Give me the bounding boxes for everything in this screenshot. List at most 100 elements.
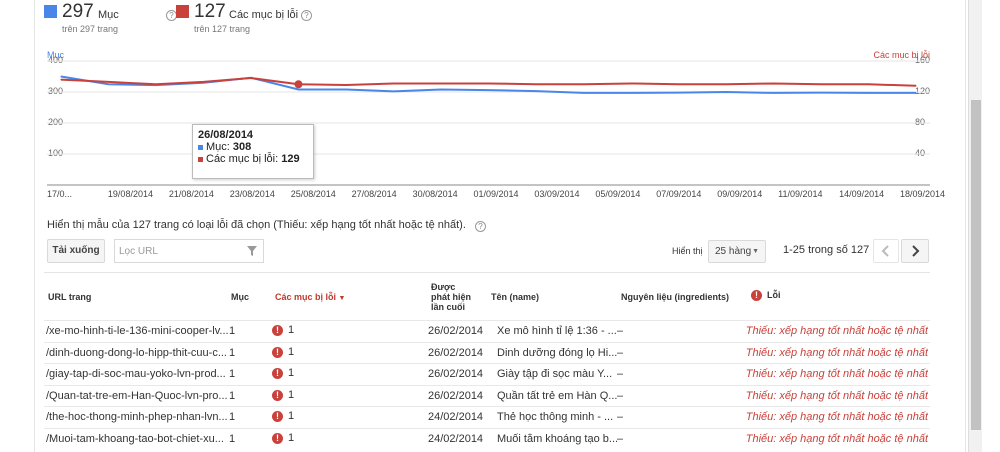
row-error-text: Thiếu: xếp hạng tốt nhất hoặc tệ nhất xyxy=(745,325,928,337)
row-errors-value: 1 xyxy=(288,388,295,401)
data-point[interactable] xyxy=(345,88,347,91)
header-url[interactable]: URL trang xyxy=(48,292,91,302)
row-error-text: Thiếu: xếp hạng tốt nhất hoặc tệ nhất xyxy=(745,389,928,402)
data-point[interactable] xyxy=(60,75,62,78)
x-tick-label: 27/08/2014 xyxy=(351,189,397,199)
row-url[interactable]: /the-hoc-thong-minh-phep-nhan-lvn... xyxy=(46,411,229,423)
row-errors: ! 1 xyxy=(272,410,294,422)
data-point[interactable] xyxy=(487,89,490,91)
data-point[interactable] xyxy=(915,92,917,94)
row-name: Quần tất trẻ em Hàn Q... xyxy=(497,389,617,402)
error-icon: ! xyxy=(272,325,283,336)
row-ingredients: – xyxy=(617,389,624,402)
data-point[interactable] xyxy=(107,83,110,85)
table-row[interactable]: /Quan-tat-tre-em-Han-Quoc-lvn-pro... 1! 1 2… xyxy=(44,384,930,406)
row-url[interactable]: /giay-tap-di-soc-mau-yoko-lvn-prod... xyxy=(46,368,229,380)
row-date: 26/02/2014 xyxy=(428,325,484,337)
data-point[interactable] xyxy=(440,88,442,91)
row-error-text: Thiếu: xếp hạng tốt nhất hoặc tệ nhất xyxy=(745,432,928,445)
tooltip-date: 26/08/2014 xyxy=(198,129,254,141)
row-errors: ! 1 xyxy=(272,367,294,379)
row-errors-value: 1 xyxy=(288,367,295,379)
row-errors-value: 1 xyxy=(288,410,295,422)
data-point[interactable] xyxy=(487,82,490,85)
header-published[interactable]: Được phát hiện lần cuối xyxy=(431,282,475,312)
tooltip-errors-swatch xyxy=(198,156,203,162)
row-errors: ! 1 xyxy=(272,324,294,336)
row-url[interactable]: /Muoi-tam-khoang-tao-bot-chiet-xu... xyxy=(46,433,229,445)
hover-marker[interactable] xyxy=(294,80,303,89)
row-name: Xe mô hình tỉ lệ 1:36 - ... xyxy=(497,325,617,337)
data-point[interactable] xyxy=(440,82,442,85)
next-page-button[interactable] xyxy=(901,239,929,263)
data-point[interactable] xyxy=(677,92,680,94)
row-url[interactable]: /Quan-tat-tre-em-Han-Quoc-lvn-pro... xyxy=(46,390,229,402)
row-date: 24/02/2014 xyxy=(428,411,484,423)
prev-page-button[interactable] xyxy=(873,239,899,263)
table-row[interactable]: /giay-tap-di-soc-mau-yoko-lvn-prod... 1! 1… xyxy=(44,363,930,384)
row-name: Dinh dưỡng đóng lọ Hi... xyxy=(497,346,617,359)
data-point[interactable] xyxy=(107,81,110,83)
data-point[interactable] xyxy=(392,82,395,85)
header-name[interactable]: Tên (name) xyxy=(491,292,539,302)
data-point[interactable] xyxy=(155,83,157,85)
data-point[interactable] xyxy=(535,83,537,85)
data-point[interactable] xyxy=(772,92,775,94)
data-point[interactable] xyxy=(345,84,347,86)
row-errors: ! 1 xyxy=(272,432,294,444)
data-point[interactable] xyxy=(867,92,870,94)
series-line-errors[interactable] xyxy=(60,77,917,87)
data-point[interactable] xyxy=(867,83,870,85)
x-tick-label: 25/08/2014 xyxy=(290,189,336,199)
header-error[interactable]: ! Lỗi xyxy=(751,290,781,301)
table-row[interactable]: /Muoi-tam-khoang-tao-bot-chiet-xu... 1! 1 2… xyxy=(44,427,930,449)
filter-url-input[interactable]: Lọc URL xyxy=(114,239,264,263)
error-icon: ! xyxy=(272,368,283,379)
sample-description: Hiển thị mẫu của 127 trang có loại lỗi đ… xyxy=(47,219,486,232)
data-point[interactable] xyxy=(392,90,395,92)
chart-tooltip: 26/08/2014 Mục: 308 Các mục bị lỗi: 129 xyxy=(192,124,314,179)
data-point[interactable] xyxy=(630,82,632,85)
header-errors[interactable]: Các mục bị lỗi ▼ xyxy=(275,292,345,302)
data-point[interactable] xyxy=(677,83,680,85)
table-row[interactable]: /the-hoc-thong-minh-phep-nhan-lvn... 1! 1 2… xyxy=(44,406,930,427)
table-row[interactable]: /xe-mo-hinh-ti-le-136-mini-cooper-lv... 1… xyxy=(44,320,930,341)
rows-select[interactable]: 25 hàng ▼ xyxy=(708,240,766,263)
row-ingredients: – xyxy=(617,411,624,423)
line-chart[interactable] xyxy=(0,0,1000,200)
download-button[interactable]: Tải xuống xyxy=(47,239,105,263)
data-point[interactable] xyxy=(820,92,822,94)
row-url[interactable]: /dinh-duong-dong-lo-hipp-thit-cuu-c... xyxy=(46,347,229,359)
table-row[interactable]: /dinh-duong-dong-lo-hipp-thit-cuu-c... 1!… xyxy=(44,341,930,363)
data-point[interactable] xyxy=(60,79,62,81)
pagination-range: 1-25 trong số 127 xyxy=(783,244,870,256)
data-point[interactable] xyxy=(820,83,822,85)
data-point[interactable] xyxy=(630,92,632,94)
data-point[interactable] xyxy=(772,82,775,85)
data-point[interactable] xyxy=(725,83,727,85)
tooltip-errors-row: Các mục bị lỗi: 129 xyxy=(198,153,308,165)
data-point[interactable] xyxy=(582,92,585,94)
header-error-label: Lỗi xyxy=(767,290,781,300)
row-error-text: Thiếu: xếp hạng tốt nhất hoặc tệ nhất xyxy=(745,411,928,423)
row-items: 1 xyxy=(229,389,236,402)
x-tick-label: 11/09/2014 xyxy=(778,189,823,199)
data-point[interactable] xyxy=(297,88,300,91)
help-icon[interactable]: ? xyxy=(474,221,486,232)
data-point[interactable] xyxy=(582,83,585,85)
data-point[interactable] xyxy=(725,91,727,93)
rows-select-value: 25 hàng xyxy=(715,246,752,257)
row-items: 1 xyxy=(229,368,236,380)
header-items[interactable]: Mục xyxy=(231,292,249,302)
data-point[interactable] xyxy=(915,85,917,87)
data-point[interactable] xyxy=(202,81,205,83)
row-url[interactable]: /xe-mo-hinh-ti-le-136-mini-cooper-lv... xyxy=(46,325,229,337)
filter-icon xyxy=(247,246,257,256)
x-tick-label: 03/09/2014 xyxy=(534,189,580,199)
header-ingredients[interactable]: Nguyên liệu (ingredients) xyxy=(621,292,729,302)
data-point[interactable] xyxy=(250,77,252,79)
row-errors-value: 1 xyxy=(288,345,295,358)
x-tick-label: 30/08/2014 xyxy=(412,189,458,199)
header-errors-label: Các mục bị lỗi xyxy=(275,292,337,302)
data-point[interactable] xyxy=(535,90,537,92)
